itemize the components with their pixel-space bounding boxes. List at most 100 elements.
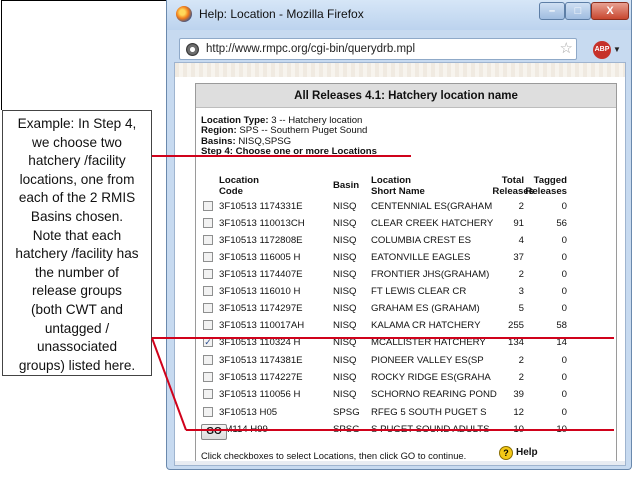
site-identity-icon[interactable] xyxy=(186,43,199,56)
horizontal-scrollbar[interactable] xyxy=(175,461,625,465)
location-checkbox[interactable] xyxy=(203,235,213,245)
header-total-releases: Total Releases xyxy=(492,175,534,197)
basin-cell: NISQ xyxy=(333,372,357,383)
table-row: 3F10513 110056 H NISQ SCHORNO REARING POND… xyxy=(196,386,616,403)
table-row: 3F10513 1174297E NISQ GRAHAM ES (GRAHAM) 5 0 xyxy=(196,300,616,317)
title-bar[interactable]: Help: Location - Mozilla Firefox – □ X xyxy=(167,0,631,30)
callout-line: untagged / xyxy=(44,320,110,336)
location-code: 3F10513 116010 H xyxy=(219,286,301,297)
location-checkbox[interactable] xyxy=(203,372,213,382)
firefox-logo-icon xyxy=(176,6,192,22)
navigation-bar: http://www.rmpc.org/cgi-bin/querydrb.mpl… xyxy=(171,32,627,60)
callout-line: hatchery /facility xyxy=(28,153,126,169)
total-releases: 2 xyxy=(518,355,524,366)
location-checkbox[interactable] xyxy=(203,218,213,228)
chevron-down-icon[interactable]: ▼ xyxy=(613,45,621,54)
table-row: 3F10513 1174381E NISQ PIONEER VALLEY ES(SP… xyxy=(196,352,616,369)
location-short-name: GRAHAM ES (GRAHAM) xyxy=(371,303,480,314)
basin-cell: NISQ xyxy=(333,201,357,212)
tagged-releases: 0 xyxy=(561,303,567,314)
page-top-strip xyxy=(175,63,625,77)
basin-cell: NISQ xyxy=(333,337,357,348)
callout-line: we choose two xyxy=(32,134,122,150)
table-row: 3F10513 1174407E NISQ FRONTIER JHS(GRAHAM)… xyxy=(196,266,616,283)
callout-line: hatchery /facility has xyxy=(15,246,139,262)
url-text[interactable]: http://www.rmpc.org/cgi-bin/querydrb.mpl xyxy=(206,43,415,55)
basin-cell: NISQ xyxy=(333,355,357,366)
total-releases: 2 xyxy=(518,372,524,383)
location-checkbox[interactable] xyxy=(203,355,213,365)
callout-line: Basins chosen. xyxy=(30,208,124,224)
location-checkbox[interactable] xyxy=(203,407,213,417)
location-checkbox[interactable] xyxy=(203,286,213,296)
tagged-releases: 0 xyxy=(561,201,567,212)
bookmark-star-icon[interactable]: ☆ xyxy=(560,40,573,58)
location-code: 3F10513 1174331E xyxy=(219,201,303,212)
basins-label: Basins: xyxy=(201,135,236,147)
location-checkbox[interactable] xyxy=(203,269,213,279)
table-row: 3F10513 1172808E NISQ COLUMBIA CREST ES 4 0 xyxy=(196,232,616,249)
minimize-button[interactable]: – xyxy=(539,2,565,20)
location-short-name: KALAMA CR HATCHERY xyxy=(371,320,481,331)
help-icon[interactable]: ? xyxy=(499,446,513,460)
location-checkbox[interactable]: ✓ xyxy=(203,337,213,347)
table-row: 3F10513 1174331E NISQ CENTENNIAL ES(GRAHAM… xyxy=(196,198,616,215)
window-title: Help: Location - Mozilla Firefox xyxy=(199,7,364,21)
basin-cell: NISQ xyxy=(333,389,357,400)
basin-cell: NISQ xyxy=(333,286,357,297)
header-basin: Basin xyxy=(333,180,360,191)
callout-line: Example: In Step 4, xyxy=(17,116,137,131)
tagged-releases: 0 xyxy=(561,355,567,366)
table-row: 3F10513 110013CH NISQ CLEAR CREEK HATCHERY… xyxy=(196,215,616,232)
location-checkbox[interactable] xyxy=(203,252,213,262)
location-checkbox[interactable] xyxy=(203,201,213,211)
callout-line: each of the 2 RMIS xyxy=(18,190,136,206)
location-short-name: EATONVILLE EAGLES xyxy=(371,252,471,263)
header-location-code: Location Code xyxy=(219,175,259,197)
location-short-name: SCHORNO REARING POND xyxy=(371,389,497,400)
tagged-releases: 10 xyxy=(556,424,567,435)
callout-line: release groups xyxy=(32,283,122,299)
total-releases: 255 xyxy=(507,320,524,331)
tagged-releases: 58 xyxy=(556,320,567,331)
location-checkbox[interactable] xyxy=(203,389,213,399)
basin-cell: NISQ xyxy=(333,252,357,263)
location-short-name: ROCKY RIDGE ES(GRAHA xyxy=(371,372,491,383)
header-tagged-releases: Tagged Releases xyxy=(525,175,567,197)
location-panel: All Releases 4.1: Hatchery location name… xyxy=(195,83,617,463)
tagged-releases: 0 xyxy=(561,389,567,400)
table-row: ✓ 3F10513 110324 H NISQ MCALLISTER HATCHERY… xyxy=(196,334,616,351)
total-releases: 37 xyxy=(513,252,524,263)
total-releases: 134 xyxy=(507,337,524,348)
location-checkbox[interactable] xyxy=(203,303,213,313)
selection-info: Location Type: 3 -- Hatchery location Re… xyxy=(201,115,377,158)
location-short-name: CENTENNIAL ES(GRAHAM xyxy=(371,201,493,212)
location-short-name: CLEAR CREEK HATCHERY xyxy=(371,218,494,229)
close-button[interactable]: X xyxy=(591,2,629,20)
location-code: 3F10513 110013CH xyxy=(219,218,305,229)
location-code: 3F10513 1172808E xyxy=(219,235,303,246)
callout-line: unassociated xyxy=(36,339,118,355)
basin-cell: NISQ xyxy=(333,303,357,314)
total-releases: 3 xyxy=(518,286,524,297)
help-link[interactable]: Help xyxy=(516,447,538,458)
location-checkbox[interactable] xyxy=(203,320,213,330)
address-bar[interactable]: http://www.rmpc.org/cgi-bin/querydrb.mpl… xyxy=(179,38,577,60)
table-row: 3F10513 116005 H NISQ EATONVILLE EAGLES 37 0 xyxy=(196,249,616,266)
tagged-releases: 0 xyxy=(561,286,567,297)
callout-line: (both CWT and xyxy=(31,301,123,317)
location-type-label: Location Type: xyxy=(201,115,269,126)
total-releases: 2 xyxy=(518,269,524,280)
maximize-button[interactable]: □ xyxy=(565,2,591,20)
tagged-releases: 0 xyxy=(561,407,567,418)
location-short-name: MCALLISTER HATCHERY xyxy=(371,337,486,348)
adblock-icon[interactable]: ABP xyxy=(593,41,611,59)
region-value: SPS -- Southern Puget Sound xyxy=(239,125,368,137)
go-button[interactable]: GO xyxy=(201,424,227,440)
tagged-releases: 0 xyxy=(561,235,567,246)
table-row: 3F10513 110017AH NISQ KALAMA CR HATCHERY 25… xyxy=(196,317,616,334)
total-releases: 5 xyxy=(518,303,524,314)
browser-window: Help: Location - Mozilla Firefox – □ X h… xyxy=(166,0,632,470)
callout-line: the number of xyxy=(35,264,119,280)
tagged-releases: 0 xyxy=(561,372,567,383)
